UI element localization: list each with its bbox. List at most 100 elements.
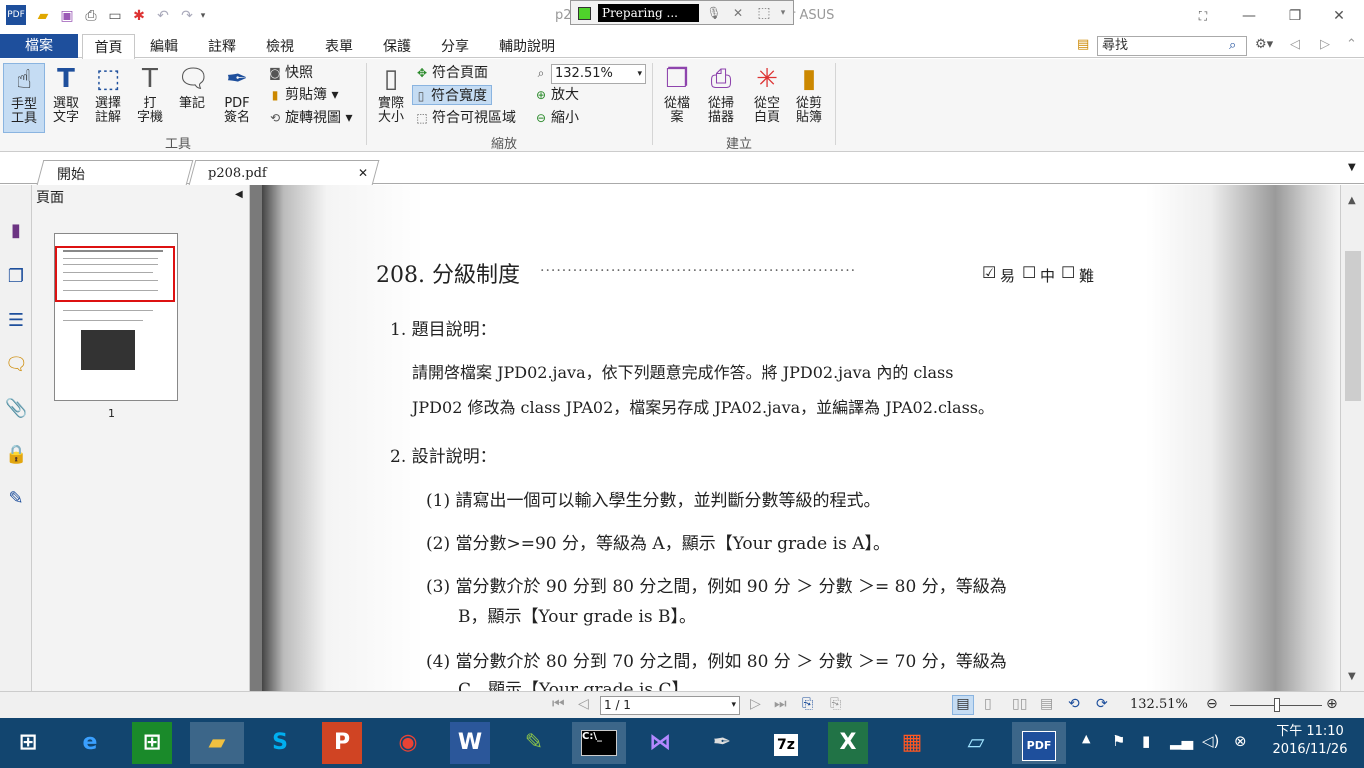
zoom-in-button[interactable]: ⊕ 放大 — [533, 85, 579, 105]
rotate-view-button[interactable]: ⟲ 旋轉視圖 ▾ — [267, 108, 353, 128]
excel-icon[interactable]: X — [828, 722, 868, 764]
rotate-right-icon[interactable]: ⟳ — [1096, 696, 1108, 712]
rotate-left-icon[interactable]: ⟲ — [1068, 696, 1080, 712]
pdf-reader-icon[interactable]: PDF — [1012, 722, 1066, 764]
command-prompt-icon[interactable]: C:\_ — [572, 722, 626, 764]
tab-comment[interactable]: 註釋 — [208, 34, 236, 58]
volume-icon[interactable]: ◁) — [1202, 732, 1219, 750]
prev-arrow-icon[interactable]: ◁ — [1290, 37, 1300, 52]
recorder-menu-icon[interactable]: ▾ — [777, 4, 789, 22]
tray-overflow-icon[interactable]: ▲ — [1082, 732, 1090, 745]
select-annotation-button[interactable]: ⬚ 選擇 註解 — [87, 63, 129, 125]
7zip-icon[interactable]: 7z — [764, 722, 808, 764]
prev-page-icon[interactable]: ◁ — [578, 696, 589, 712]
windows-start-icon[interactable]: ⊞ — [6, 722, 50, 764]
print-icon[interactable]: ⎙ — [82, 7, 100, 25]
restore-button[interactable]: ❐ — [1284, 6, 1306, 26]
microphone-icon[interactable]: 🎙 — [705, 4, 723, 22]
next-arrow-icon[interactable]: ▷ — [1320, 37, 1330, 52]
facing-icon[interactable]: ▯▯ — [1012, 696, 1027, 712]
scrollbar-thumb[interactable] — [1345, 251, 1361, 401]
tab-file[interactable]: 檔案 — [0, 34, 78, 58]
continuous-facing-icon[interactable]: ▤ — [1040, 696, 1053, 712]
pdf-sign-button[interactable]: ✒ PDF 簽名 — [214, 63, 260, 125]
powerpoint-icon[interactable]: P — [322, 722, 362, 764]
minimize-button[interactable]: — — [1238, 6, 1260, 26]
vertical-scrollbar[interactable]: ▲ ▼ — [1340, 185, 1364, 691]
from-file-button[interactable]: ❐ 從檔 案 — [656, 63, 698, 125]
tab-edit[interactable]: 編輯 — [150, 34, 178, 58]
single-page-icon[interactable]: ▤ — [952, 695, 974, 715]
quill-icon[interactable]: ✒ — [700, 722, 744, 764]
internet-explorer-icon[interactable]: e — [68, 722, 112, 764]
word-icon[interactable]: W — [450, 722, 490, 764]
close-button[interactable]: ✕ — [1328, 6, 1350, 26]
fit-page-button[interactable]: ✥ 符合頁面 — [414, 63, 488, 83]
tab-form[interactable]: 表單 — [325, 34, 353, 58]
next-page-icon[interactable]: ▷ — [750, 696, 761, 712]
scroll-up-icon[interactable]: ▲ — [1348, 195, 1356, 206]
tab-view[interactable]: 檢視 — [266, 34, 294, 58]
typewriter-button[interactable]: T 打 字機 — [129, 63, 171, 125]
tab-help[interactable]: 輔助說明 — [499, 34, 555, 58]
fit-visible-button[interactable]: ⬚ 符合可視區域 — [414, 108, 516, 128]
continuous-icon[interactable]: ▯ — [984, 696, 992, 712]
undo-icon[interactable]: ↶ — [154, 7, 172, 25]
comments-icon[interactable]: 🗨 — [5, 353, 28, 377]
select-text-button[interactable]: T 選取 文字 — [45, 63, 87, 125]
ms-office-tile-icon[interactable]: ▦ — [890, 722, 934, 764]
tab-home[interactable]: 首頁 — [82, 34, 135, 59]
open-folder-icon[interactable]: ▰ — [34, 7, 52, 25]
fit-width-button[interactable]: ▯ 符合寬度 — [412, 85, 492, 105]
region-select-icon[interactable]: ⬚ — [755, 4, 773, 22]
zoom-out-button[interactable]: ⊖ 縮小 — [533, 108, 579, 128]
pages-icon[interactable]: ❐ — [5, 265, 27, 289]
scroll-down-icon[interactable]: ▼ — [1348, 671, 1356, 682]
document-viewer[interactable]: 208. 分級制度 ..............................… — [250, 185, 1340, 691]
save-icon[interactable]: ▣ — [58, 7, 76, 25]
customize-toolbar-icon[interactable]: ▾ — [198, 7, 208, 25]
bookmark-icon[interactable]: ▮ — [5, 219, 27, 243]
tab-share[interactable]: 分享 — [441, 34, 469, 58]
zoom-slider-thumb[interactable] — [1274, 698, 1280, 712]
from-scanner-button[interactable]: ⎙ 從掃 描器 — [700, 63, 742, 125]
zoom-in-icon[interactable]: ⊕ — [1326, 696, 1338, 712]
redo-icon[interactable]: ↷ — [178, 7, 196, 25]
email-icon[interactable]: ▭ — [106, 7, 124, 25]
fullscreen-icon[interactable]: ⛶ — [1192, 6, 1214, 26]
camera-off-icon[interactable]: ✕ — [729, 4, 747, 22]
gear-icon[interactable]: ⚙▾ — [1255, 37, 1273, 52]
battery-icon[interactable]: ▮ — [1142, 732, 1150, 750]
layers-icon[interactable]: ☰ — [5, 309, 27, 333]
attachment-icon[interactable]: 📎 — [5, 397, 27, 421]
clipboard-button[interactable]: ▮ 剪貼簿 ▾ — [267, 85, 339, 105]
collapse-ribbon-icon[interactable]: ⌃ — [1346, 37, 1357, 52]
actual-size-button[interactable]: ▯ 實際 大小 — [370, 63, 412, 125]
visual-studio-icon[interactable]: ⋈ — [638, 722, 682, 764]
collapse-panel-icon[interactable]: ◀ — [235, 189, 243, 200]
from-clipboard-button[interactable]: ▮ 從剪 貼簿 — [788, 63, 830, 125]
search-input[interactable]: 尋找 — [1097, 36, 1247, 56]
previous-view-icon[interactable]: ⎘ — [802, 696, 813, 712]
last-page-icon[interactable]: ⏭ — [774, 696, 787, 712]
search-icon[interactable]: ⌕ — [1229, 38, 1236, 53]
zoom-out-icon[interactable]: ⊖ — [1206, 696, 1218, 712]
zoom-select[interactable]: 132.51% ▾ — [551, 64, 646, 84]
store-icon[interactable]: ⊞ — [132, 722, 172, 764]
notepad-plus-icon[interactable]: ✎ — [512, 722, 556, 764]
tab-list-icon[interactable]: ▼ — [1348, 162, 1356, 173]
first-page-icon[interactable]: ⏮ — [552, 696, 565, 712]
snapshot-button[interactable]: ◙ 快照 — [267, 63, 313, 83]
next-view-icon[interactable]: ⎘ — [830, 696, 841, 712]
lock-icon[interactable]: 🔒 — [5, 443, 27, 467]
from-blank-button[interactable]: ✳ 從空 白頁 — [746, 63, 788, 125]
network-icon[interactable]: ▂▄ — [1170, 732, 1193, 750]
note-button[interactable]: 🗨 筆記 — [171, 63, 213, 111]
tab-protect[interactable]: 保護 — [383, 34, 411, 58]
file-explorer-icon[interactable]: ▰ — [190, 722, 244, 764]
skype-icon[interactable]: S — [258, 722, 302, 764]
flag-icon[interactable]: ⚑ — [1112, 732, 1125, 750]
notification-icon[interactable]: ⊗ — [1234, 732, 1247, 750]
hand-tool-button[interactable]: ☝ 手型 工具 — [3, 63, 45, 133]
signature-icon[interactable]: ✎ — [5, 487, 27, 511]
